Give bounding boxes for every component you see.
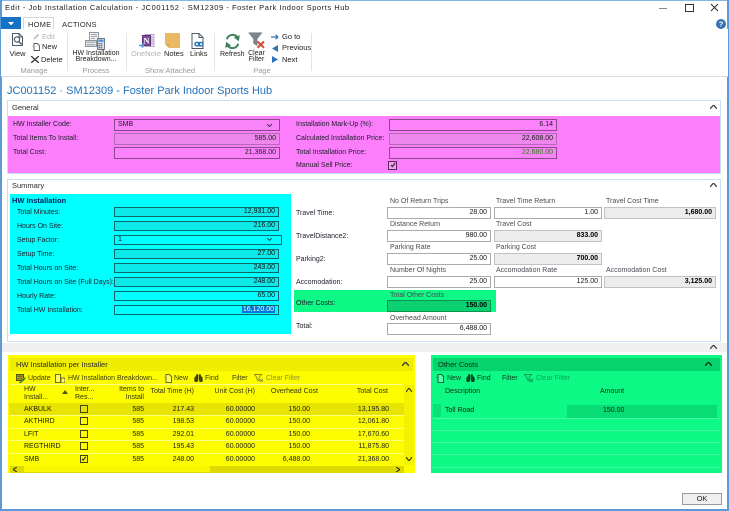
svg-text:N: N	[143, 36, 150, 46]
svg-text:?: ?	[719, 19, 724, 28]
